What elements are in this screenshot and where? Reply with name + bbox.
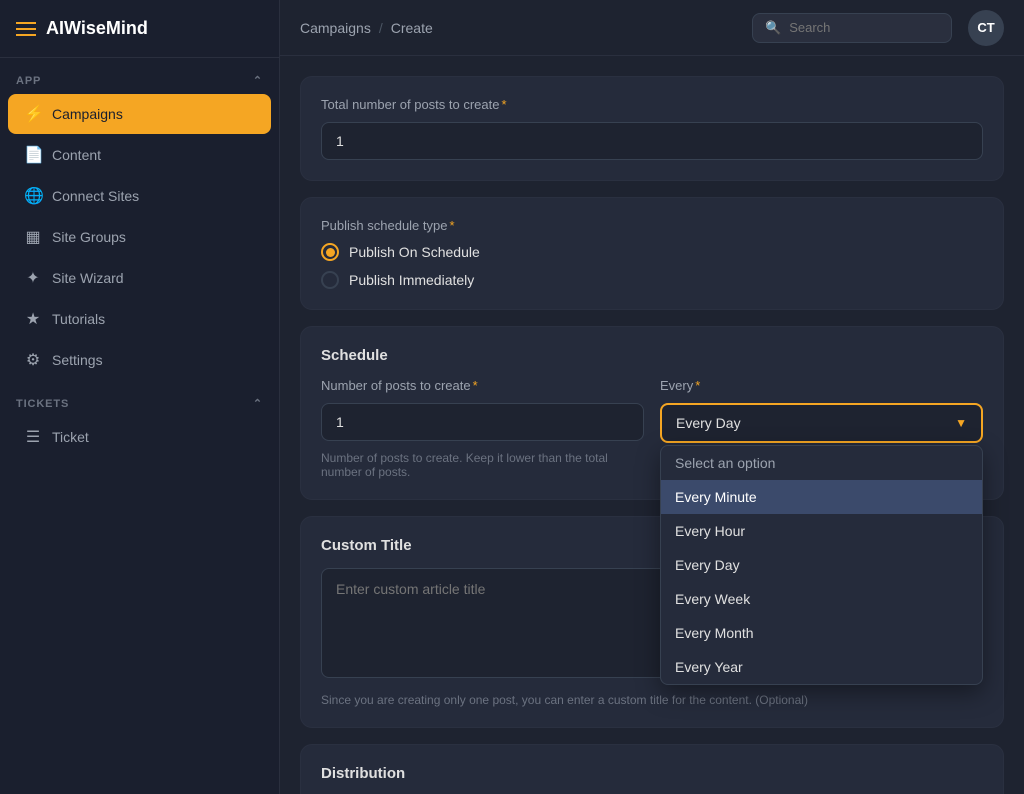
sidebar-header: AIWiseMind (0, 0, 279, 58)
sidebar-item-label: Site Wizard (52, 270, 124, 286)
total-posts-label: Total number of posts to create* (321, 97, 983, 112)
custom-title-hint: Since you are creating only one post, yo… (321, 693, 983, 707)
radio-circle-on-schedule (321, 243, 339, 261)
dropdown-option-every-week[interactable]: Every Week (661, 582, 982, 616)
radio-immediately-label: Publish Immediately (349, 272, 474, 288)
sidebar-item-site-wizard[interactable]: ✦ Site Wizard (8, 258, 271, 298)
radio-circle-immediately (321, 271, 339, 289)
sidebar-item-settings[interactable]: ⚙ Settings (8, 340, 271, 380)
settings-icon: ⚙ (24, 350, 42, 370)
sidebar-item-label: Ticket (52, 429, 89, 445)
breadcrumb-create: Create (391, 20, 433, 36)
search-bar[interactable]: 🔍 (752, 13, 952, 43)
schedule-posts-input[interactable] (321, 403, 644, 441)
sidebar: AIWiseMind APP ⌃ ⚡ Campaigns 📄 Content 🌐… (0, 0, 280, 794)
site-groups-icon: ▦ (24, 227, 42, 247)
sidebar-item-label: Connect Sites (52, 188, 139, 204)
sidebar-item-tutorials[interactable]: ★ Tutorials (8, 299, 271, 339)
content-icon: 📄 (24, 145, 42, 165)
dropdown-option-every-minute[interactable]: Every Minute (661, 480, 982, 514)
dropdown-option-placeholder[interactable]: Select an option (661, 446, 982, 480)
search-icon: 🔍 (765, 20, 781, 36)
search-input[interactable] (789, 20, 939, 35)
every-select[interactable]: Every Day ▼ (660, 403, 983, 443)
campaigns-icon: ⚡ (24, 104, 42, 124)
schedule-left: Number of posts to create* Number of pos… (321, 378, 644, 479)
radio-inner-on-schedule (326, 248, 335, 257)
sidebar-item-label: Campaigns (52, 106, 123, 122)
connect-sites-icon: 🌐 (24, 186, 42, 206)
posts-count-label: Number of posts to create* (321, 378, 644, 393)
main-panel: Campaigns / Create 🔍 CT Total number of … (280, 0, 1024, 794)
selected-value: Every Day (676, 415, 741, 431)
app-section-label: APP ⌃ (0, 58, 279, 93)
sidebar-item-label: Settings (52, 352, 103, 368)
dropdown-option-every-day[interactable]: Every Day (661, 548, 982, 582)
app-title: AIWiseMind (46, 18, 148, 39)
chevron-down-icon: ▼ (955, 416, 967, 430)
sidebar-item-content[interactable]: 📄 Content (8, 135, 271, 175)
distribution-section-title: Distribution (321, 765, 983, 782)
tutorials-icon: ★ (24, 309, 42, 329)
tickets-section-label: TICKETS ⌃ (0, 381, 279, 416)
dropdown-option-every-year[interactable]: Every Year (661, 650, 982, 684)
hamburger-icon[interactable] (16, 22, 36, 36)
schedule-type-label: Publish schedule type* (321, 218, 983, 233)
distribution-card: Distribution Post to WordPress Automatic… (300, 744, 1004, 794)
sidebar-item-site-groups[interactable]: ▦ Site Groups (8, 217, 271, 257)
sidebar-item-label: Tutorials (52, 311, 105, 327)
content-area: Total number of posts to create* Publish… (280, 56, 1024, 794)
schedule-row: Number of posts to create* Number of pos… (321, 378, 983, 479)
sidebar-item-campaigns[interactable]: ⚡ Campaigns (8, 94, 271, 134)
avatar: CT (968, 10, 1004, 46)
schedule-type-card: Publish schedule type* Publish On Schedu… (300, 197, 1004, 310)
schedule-type-radio-group: Publish On Schedule Publish Immediately (321, 243, 983, 289)
ticket-icon: ☰ (24, 427, 42, 447)
total-posts-card: Total number of posts to create* (300, 76, 1004, 181)
dropdown-option-every-month[interactable]: Every Month (661, 616, 982, 650)
radio-on-schedule-label: Publish On Schedule (349, 244, 480, 260)
schedule-section-title: Schedule (321, 347, 983, 364)
every-label: Every* (660, 378, 983, 393)
tickets-nav: ☰ Ticket (0, 416, 279, 458)
schedule-card: Schedule Number of posts to create* Numb… (300, 326, 1004, 500)
radio-on-schedule[interactable]: Publish On Schedule (321, 243, 983, 261)
app-nav: ⚡ Campaigns 📄 Content 🌐 Connect Sites ▦ … (0, 93, 279, 381)
sidebar-item-label: Site Groups (52, 229, 126, 245)
sidebar-item-ticket[interactable]: ☰ Ticket (8, 417, 271, 457)
dropdown-option-every-hour[interactable]: Every Hour (661, 514, 982, 548)
total-posts-input[interactable] (321, 122, 983, 160)
site-wizard-icon: ✦ (24, 268, 42, 288)
sidebar-item-label: Content (52, 147, 101, 163)
breadcrumb-separator: / (379, 20, 383, 36)
breadcrumb-campaigns[interactable]: Campaigns (300, 20, 371, 36)
sidebar-item-connect-sites[interactable]: 🌐 Connect Sites (8, 176, 271, 216)
every-dropdown: Select an option Every Minute Every Hour… (660, 445, 983, 685)
topbar: Campaigns / Create 🔍 CT (280, 0, 1024, 56)
posts-hint: Number of posts to create. Keep it lower… (321, 451, 644, 479)
schedule-right: Every* Every Day ▼ Select an option Ever… (660, 378, 983, 443)
breadcrumb: Campaigns / Create (300, 20, 752, 36)
radio-immediately[interactable]: Publish Immediately (321, 271, 983, 289)
